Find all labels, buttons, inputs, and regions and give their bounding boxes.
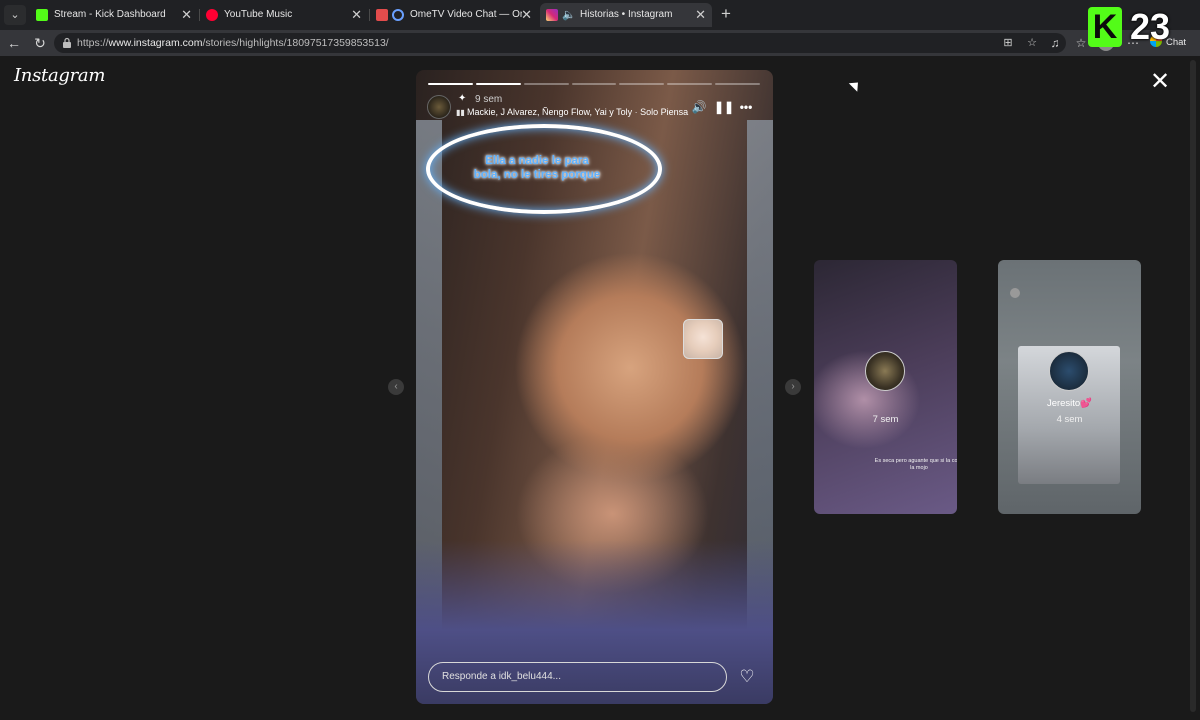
story-author-avatar: [865, 351, 905, 391]
progress-segment: [428, 83, 473, 85]
tab-youtube-music[interactable]: YouTube Music ✕: [200, 3, 368, 27]
progress-segment: [715, 83, 761, 85]
close-icon[interactable]: ✕: [521, 7, 532, 23]
overlay-counter: 23: [1130, 6, 1171, 47]
media-playing-icon: [392, 9, 404, 21]
story-song[interactable]: Mackie, J Alvarez, Ñengo Flow, Yai y Tol…: [467, 107, 688, 117]
tab-label: OmeTV Video Chat — Omegle: [410, 9, 522, 20]
story-author-name: Jeresito💕: [1046, 398, 1093, 409]
story-timestamp: 7 sem: [872, 414, 899, 425]
close-viewer-button[interactable]: ✕: [1148, 70, 1172, 94]
volume-icon[interactable]: 🔊: [691, 99, 707, 115]
mouse-cursor-icon: [848, 78, 863, 92]
instagram-logo[interactable]: Instagram: [14, 65, 105, 86]
address-toolbar: ← ↻ https://www.instagram.com/stories/hi…: [0, 30, 1200, 56]
reload-button[interactable]: ↻: [30, 34, 50, 52]
current-story[interactable]: ✦ 9 sem ▮▮ Mackie, J Alvarez, Ñengo Flow…: [416, 70, 773, 704]
back-button[interactable]: ←: [4, 34, 24, 52]
stream-overlay: K 23: [1084, 4, 1196, 50]
close-icon[interactable]: ✕: [181, 7, 192, 23]
face-sticker: [683, 319, 723, 359]
tab-label: YouTube Music: [224, 9, 293, 20]
more-options-icon[interactable]: •••: [738, 99, 754, 115]
tab-search-button[interactable]: ⌄: [4, 5, 26, 25]
progress-segment: [475, 83, 521, 85]
highlight-icon: ✦: [458, 93, 467, 104]
plus-icon: +: [721, 4, 731, 23]
chevron-right-icon: ›: [791, 381, 795, 392]
progress-segment: [667, 83, 713, 85]
story-timestamp: 9 sem: [475, 94, 503, 105]
story-author-avatar: [1049, 351, 1089, 391]
scrollbar[interactable]: [1190, 60, 1196, 712]
site-info-icon[interactable]: [62, 37, 72, 48]
instagram-favicon-icon: [546, 9, 558, 21]
tab-bar: ⌄ Stream - Kick Dashboard ✕ YouTube Musi…: [0, 0, 1200, 30]
next-story-card[interactable]: Jeresito💕 4 sem: [998, 260, 1141, 514]
arrow-left-icon: ←: [7, 35, 21, 51]
close-icon[interactable]: ✕: [351, 7, 362, 23]
reply-input[interactable]: Responde a idk_belu444...: [428, 662, 727, 692]
kick-favicon-icon: [36, 9, 48, 21]
media-control-icon[interactable]: ♫: [1046, 34, 1064, 52]
story-viewer: Instagram ✕ ‹ › ✦ 9 sem ▮▮ Mackie, J Alv…: [0, 56, 1200, 720]
tab-ometv[interactable]: OmeTV Video Chat — Omegle ✕: [370, 3, 538, 27]
progress-segment: [523, 83, 569, 85]
close-icon: ✕: [1149, 68, 1171, 95]
tab-label: Historias • Instagram: [580, 9, 673, 20]
reload-icon: ↻: [34, 35, 46, 51]
close-icon[interactable]: ✕: [695, 7, 706, 23]
chevron-left-icon: ‹: [394, 381, 398, 392]
app-available-icon[interactable]: ⊞: [1000, 35, 1016, 51]
tab-instagram-stories[interactable]: 🔈 Historias • Instagram ✕: [540, 3, 712, 27]
ometv-favicon-icon: [376, 9, 388, 21]
chevron-down-icon: ⌄: [10, 9, 20, 21]
tab-kick-dashboard[interactable]: Stream - Kick Dashboard ✕: [30, 3, 198, 27]
address-bar[interactable]: https://www.instagram.com/stories/highli…: [54, 33, 1066, 53]
url-text: https://www.instagram.com/stories/highli…: [77, 37, 389, 49]
story-timestamp: 4 sem: [1056, 414, 1083, 425]
next-story-button[interactable]: ›: [785, 379, 801, 395]
story-author-avatar[interactable]: [427, 95, 451, 119]
speaker-icon: 🔈: [562, 9, 576, 21]
tab-label: Stream - Kick Dashboard: [54, 9, 166, 20]
story-author-avatar: [1010, 288, 1020, 298]
new-tab-button[interactable]: +: [716, 4, 736, 24]
kick-logo: K: [1088, 7, 1122, 47]
story-caption: Ella a nadie le para bola, no le tires p…: [473, 155, 601, 181]
story-progress-bar: [428, 83, 761, 85]
youtube-music-favicon-icon: [206, 9, 218, 21]
favorite-star-icon[interactable]: ☆: [1024, 35, 1040, 51]
pause-icon[interactable]: ❚❚: [714, 99, 734, 115]
music-bars-icon: ▮▮: [456, 108, 465, 117]
heart-icon[interactable]: ♡: [738, 668, 756, 686]
progress-segment: [571, 83, 617, 85]
previous-story-button[interactable]: ‹: [388, 379, 404, 395]
progress-segment: [619, 83, 665, 85]
story-caption: Es seca pero aguante que si la cojo, la …: [874, 458, 957, 471]
next-story-card[interactable]: 7 sem Es seca pero aguante que si la coj…: [814, 260, 957, 514]
